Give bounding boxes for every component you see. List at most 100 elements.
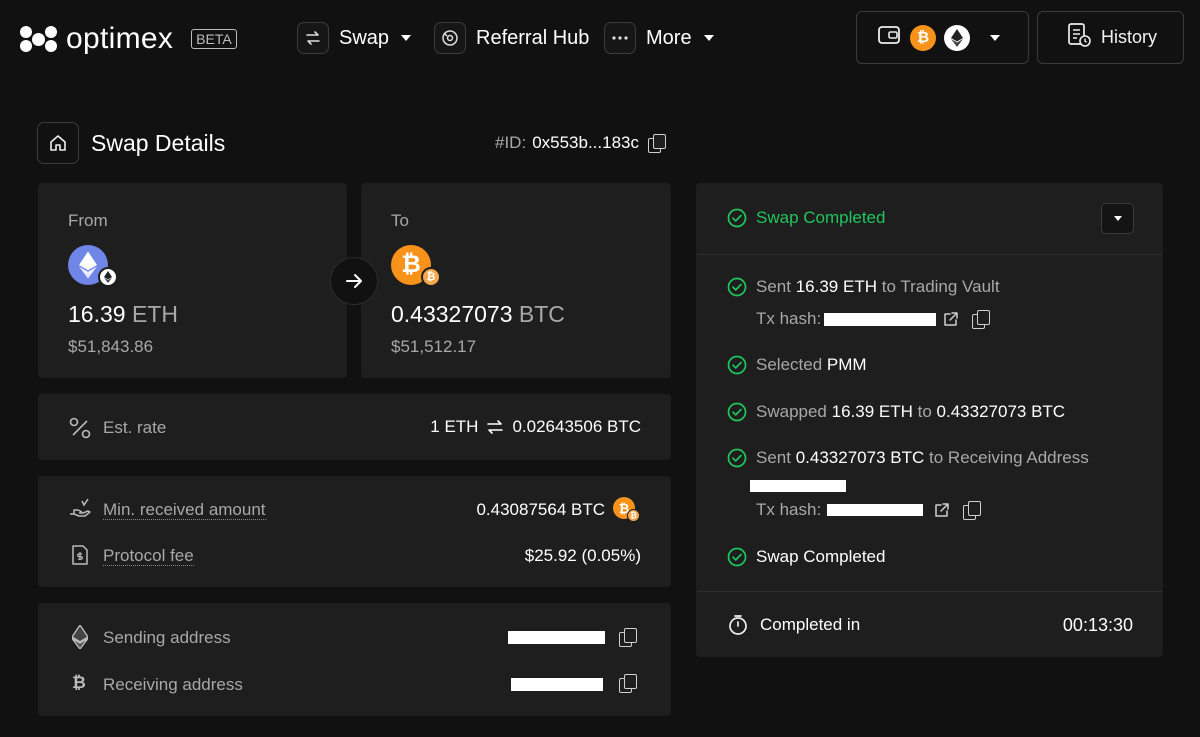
history-label: History xyxy=(1101,27,1158,47)
home-button[interactable] xyxy=(37,122,79,164)
step-swap-completed: Swap Completed xyxy=(727,547,885,567)
rate-label: Est. rate xyxy=(103,418,167,437)
copy-icon[interactable] xyxy=(648,134,666,153)
step-sent-to-vault: Sent 16.39 ETH to Trading Vault xyxy=(727,277,1000,297)
sending-address-label: Sending address xyxy=(103,628,231,647)
rate-card: Est. rate 1 ETH 0.02643506 BTC xyxy=(38,394,671,460)
from-card: From 16.39 ETH $51,843.86 xyxy=(38,183,347,378)
to-label: To xyxy=(391,211,409,230)
step-amount: 16.39 ETH xyxy=(795,277,877,296)
step-destination: Trading Vault xyxy=(900,277,1000,296)
nav-swap[interactable]: Swap xyxy=(297,21,412,55)
tx-hash-row: Tx hash: xyxy=(756,500,982,520)
chevron-down-icon xyxy=(1113,216,1122,221)
step-text: Swap Completed xyxy=(756,547,886,566)
swap-id-label: #ID: xyxy=(495,133,527,152)
history-icon xyxy=(1066,22,1092,53)
to-amount: 0.43327073 BTC xyxy=(391,301,565,328)
from-usd: $51,843.86 xyxy=(68,337,154,356)
check-circle-icon xyxy=(727,547,747,567)
min-received-value: 0.43087564 BTC ₿ ₿ xyxy=(476,497,641,523)
rate-left: 1 ETH xyxy=(430,417,479,436)
nav-referral-hub[interactable]: Referral Hub xyxy=(434,21,589,55)
wallet-icon xyxy=(877,24,901,51)
to-usd: $51,512.17 xyxy=(391,337,477,356)
step-amount: 0.43327073 BTC xyxy=(795,448,925,467)
chevron-down-icon xyxy=(703,35,714,41)
nav-more[interactable]: More xyxy=(604,21,714,55)
status-toggle-button[interactable] xyxy=(1101,203,1134,234)
ethereum-network-icon xyxy=(98,267,118,287)
step-sent-to-receiver: Sent 0.43327073 BTC to Receiving Address xyxy=(727,448,1089,468)
step-text: to xyxy=(917,402,932,421)
copy-icon[interactable] xyxy=(963,501,982,520)
wallet-button[interactable]: ₿ xyxy=(856,11,1029,64)
completed-in-label: Completed in xyxy=(760,615,861,634)
sending-address-value xyxy=(508,631,605,644)
receipt-icon xyxy=(71,544,89,571)
external-link-icon[interactable] xyxy=(933,501,951,519)
swap-arrows-icon xyxy=(297,22,329,54)
min-received-amount: 0.43087564 BTC xyxy=(476,500,605,519)
nav-more-label: More xyxy=(646,26,692,49)
step-text: Selected xyxy=(756,355,823,374)
check-circle-icon xyxy=(727,208,747,228)
check-circle-icon xyxy=(727,402,747,422)
amounts-card: Min. received amount 0.43087564 BTC ₿ ₿ … xyxy=(38,476,671,587)
exchange-icon xyxy=(487,420,504,434)
home-icon xyxy=(50,135,66,151)
page-title: Swap Details xyxy=(91,130,226,156)
bitcoin-outline-icon: ₿ xyxy=(72,673,86,692)
tx-hash-value xyxy=(827,504,924,516)
from-symbol: ETH xyxy=(131,301,178,327)
receiving-address-value xyxy=(511,678,603,691)
stopwatch-icon xyxy=(729,615,747,635)
protocol-fee-label[interactable]: Protocol fee xyxy=(103,546,194,566)
bitcoin-network-icon: ₿ xyxy=(627,509,640,522)
completed-time: 00:13:30 xyxy=(1062,615,1133,635)
copy-icon[interactable] xyxy=(972,310,991,329)
external-link-icon[interactable] xyxy=(942,310,960,328)
step-text: Swapped xyxy=(756,402,827,421)
to-amount-value: 0.43327073 xyxy=(391,301,513,327)
history-button[interactable]: History xyxy=(1037,11,1184,64)
receiving-address-label: Receiving address xyxy=(103,675,243,694)
status-title: Swap Completed xyxy=(756,208,886,227)
brand-logo[interactable]: optimex BETA xyxy=(18,22,237,56)
from-label: From xyxy=(68,211,108,230)
rate-value: 1 ETH 0.02643506 BTC xyxy=(430,417,641,437)
step-text: to xyxy=(881,277,896,296)
referral-icon xyxy=(434,22,466,54)
from-amount-value: 16.39 xyxy=(68,301,126,327)
to-card: To ₿ ₿ 0.43327073 BTC $51,512.17 xyxy=(361,183,671,378)
swap-id: #ID: 0x553b...183c xyxy=(495,133,666,153)
tx-hash-row: Tx hash: xyxy=(756,309,991,329)
step-text: Sent xyxy=(756,448,791,467)
swap-id-value: 0x553b...183c xyxy=(532,133,639,152)
tx-hash-value xyxy=(824,312,937,326)
step-text: to xyxy=(929,448,944,467)
optimex-logo-icon xyxy=(18,25,58,53)
tx-hash-label: Tx hash: xyxy=(756,309,822,328)
check-circle-icon xyxy=(727,448,747,468)
step-amount: 0.43327073 BTC xyxy=(936,402,1066,421)
divider xyxy=(697,591,1162,592)
completed-in-row: Completed in xyxy=(728,614,860,636)
chevron-down-icon xyxy=(401,35,412,41)
bitcoin-network-icon: ₿ xyxy=(421,267,441,287)
rate-right: 0.02643506 BTC xyxy=(512,417,641,436)
addresses-card: Sending address ₿ Receiving address xyxy=(38,603,671,716)
arrow-right-icon xyxy=(330,257,378,305)
check-circle-icon xyxy=(727,277,747,297)
nav-referral-label: Referral Hub xyxy=(476,26,590,49)
hand-coin-icon xyxy=(68,498,92,525)
step-swapped: Swapped 16.39 ETH to 0.43327073 BTC xyxy=(727,402,1065,422)
divider xyxy=(697,254,1162,255)
bitcoin-icon: ₿ xyxy=(910,24,936,51)
from-amount: 16.39 ETH xyxy=(68,301,178,328)
brand-name: optimex xyxy=(66,22,174,55)
dots-icon xyxy=(604,22,636,54)
tx-hash-label: Tx hash: xyxy=(756,500,822,519)
beta-badge: BETA xyxy=(191,29,237,49)
min-received-label[interactable]: Min. received amount xyxy=(103,500,266,520)
